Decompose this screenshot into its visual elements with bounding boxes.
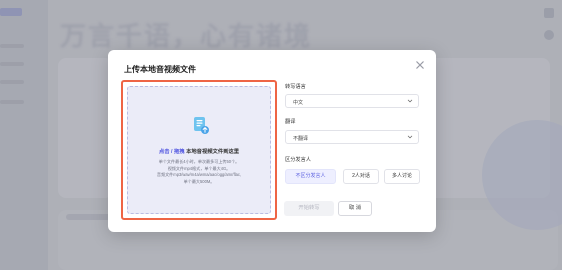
- chevron-down-icon: [407, 99, 413, 103]
- upload-highlight: 点击 / 拖拽 本地音视频文件到这里 单个文件最长4小时，单次最多可上传50个。…: [121, 80, 277, 220]
- translate-label: 翻译: [285, 119, 296, 125]
- upload-modal: 上传本地音视频文件 点击 / 拖拽 本地音视频文件到这里 单个文件最长4小时，单…: [108, 50, 436, 232]
- start-transcribe-button[interactable]: 开始转写: [284, 201, 334, 216]
- speaker-label: 区分发言人: [285, 157, 311, 163]
- upload-hint: 单个文件最长4小时，单次最多可上传50个。: [158, 159, 240, 164]
- translate-select[interactable]: 不翻译: [285, 130, 419, 144]
- upload-hint: 单个最大500M。: [183, 178, 215, 184]
- speaker-option-none[interactable]: 不区分发言人: [285, 169, 336, 184]
- document-upload-icon: [194, 117, 209, 134]
- speaker-option-two[interactable]: 2人对话: [343, 169, 379, 184]
- upload-instruction-suffix: 本地音视频文件到这里: [184, 149, 240, 155]
- upload-hint: 视频文件mp4格式，单个最大4G。: [167, 165, 231, 171]
- close-button[interactable]: [413, 58, 427, 72]
- upload-instruction: 点击 / 拖拽 本地音视频文件到这里: [128, 147, 270, 155]
- translate-value: 不翻译: [293, 136, 309, 142]
- speaker-option-multi[interactable]: 多人讨论: [384, 169, 420, 184]
- language-label: 转写语言: [285, 84, 306, 90]
- chevron-down-icon: [407, 135, 413, 139]
- drag-upload-link[interactable]: 拖拽: [174, 149, 185, 155]
- upload-dropzone[interactable]: 点击 / 拖拽 本地音视频文件到这里 单个文件最长4小时，单次最多可上传50个。…: [127, 86, 271, 214]
- upload-hint: 音频文件mp3/wav/m4a/wma/aac/ogg/amr/flac,: [156, 172, 242, 177]
- language-value: 中文: [293, 100, 304, 106]
- close-icon: [416, 61, 424, 69]
- modal-title: 上传本地音视频文件: [124, 65, 196, 74]
- language-select[interactable]: 中文: [285, 94, 419, 108]
- click-upload-link[interactable]: 点击: [159, 149, 170, 155]
- cancel-button[interactable]: 取 消: [338, 201, 372, 216]
